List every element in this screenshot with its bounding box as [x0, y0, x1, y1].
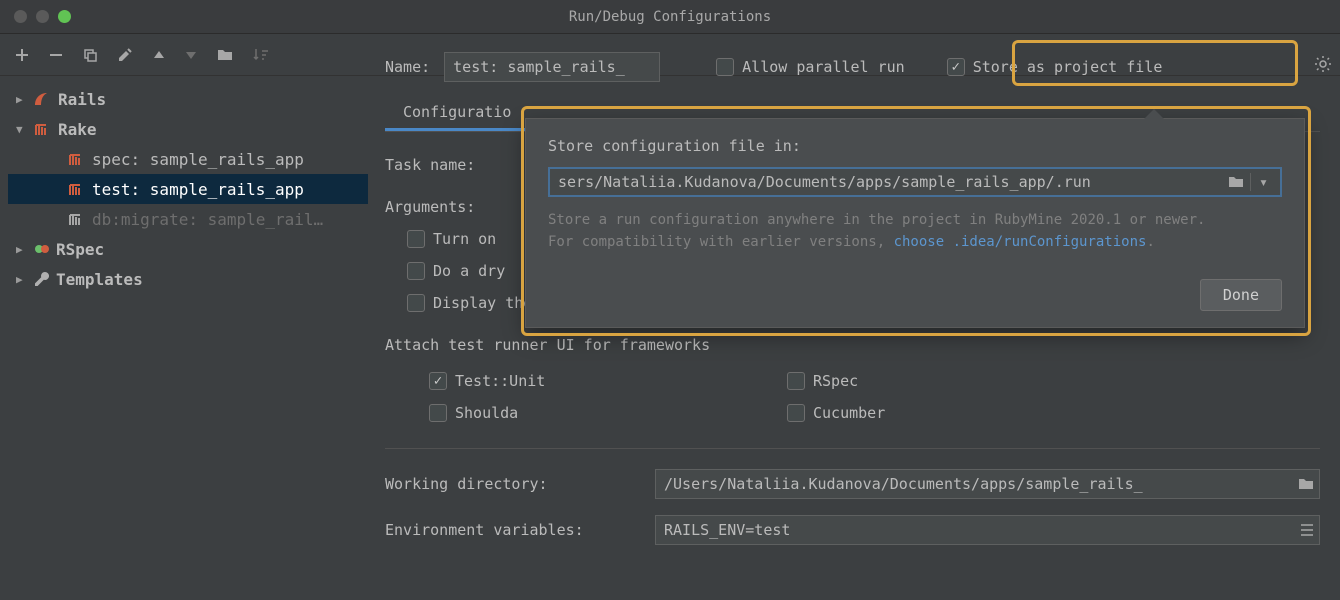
titlebar: Run/Debug Configurations: [0, 0, 1340, 34]
allow-parallel-label: Allow parallel run: [742, 58, 905, 76]
attach-frameworks-label: Attach test runner UI for frameworks: [385, 336, 1320, 354]
dry-run-label: Do a dry: [433, 262, 505, 280]
copy-icon[interactable]: [74, 42, 106, 68]
rake-icon: [34, 122, 52, 136]
wrench-icon: [34, 271, 50, 287]
move-down-icon[interactable]: [176, 44, 206, 66]
wd-label: Working directory:: [385, 475, 655, 493]
store-file-label: Store as project file: [973, 58, 1163, 76]
store-location-popup: Store configuration file in: ▾ Store a r…: [525, 118, 1305, 328]
popup-hint-line1: Store a run configuration anywhere in th…: [548, 212, 1205, 228]
remove-icon[interactable]: [40, 42, 72, 68]
fw-label: Cucumber: [813, 404, 885, 422]
popup-hint-line2b: .: [1146, 234, 1154, 250]
fw-label: RSpec: [813, 372, 858, 390]
tree-label: test: sample_rails_app: [92, 180, 304, 199]
checkbox-icon: [429, 404, 447, 422]
frameworks-grid: Test::Unit RSpec Shoulda Cucumber: [385, 372, 1145, 422]
folder-icon[interactable]: [1298, 477, 1314, 491]
popup-path-input[interactable]: [558, 173, 1222, 191]
list-icon[interactable]: [1300, 523, 1314, 537]
env-label: Environment variables:: [385, 521, 655, 539]
popup-hint-link[interactable]: choose .idea/runConfigurations: [894, 234, 1147, 250]
tab-configuration[interactable]: Configuratio: [385, 95, 529, 131]
framework-testunit[interactable]: Test::Unit: [429, 372, 787, 390]
checkbox-icon: [716, 58, 734, 76]
framework-cucumber[interactable]: Cucumber: [787, 404, 1145, 422]
tree-item-spec[interactable]: spec: sample_rails_app: [8, 144, 368, 174]
working-directory-input[interactable]: [655, 469, 1320, 499]
tree-label: Rake: [58, 120, 97, 139]
rake-icon: [68, 182, 86, 196]
add-icon[interactable]: [6, 42, 38, 68]
rspec-icon: [34, 241, 50, 257]
chevron-right-icon: ▶: [16, 93, 28, 106]
gear-icon[interactable]: [1314, 55, 1332, 73]
store-as-project-file-checkbox[interactable]: Store as project file: [947, 58, 1163, 76]
window-title: Run/Debug Configurations: [569, 9, 771, 25]
allow-parallel-checkbox[interactable]: Allow parallel run: [716, 58, 905, 76]
minimize-window-icon[interactable]: [36, 10, 49, 23]
done-button[interactable]: Done: [1200, 279, 1282, 311]
tree-label: spec: sample_rails_app: [92, 150, 304, 169]
chevron-right-icon: ▶: [16, 243, 28, 256]
popup-title: Store configuration file in:: [548, 137, 1282, 155]
tree-label: Rails: [58, 90, 106, 109]
rails-icon: [34, 92, 52, 106]
fw-label: Shoulda: [455, 404, 518, 422]
env-vars-row: Environment variables:: [385, 515, 1320, 545]
fw-label: Test::Unit: [455, 372, 545, 390]
rake-icon: [68, 212, 86, 226]
tree-label: RSpec: [56, 240, 104, 259]
window-controls: [0, 10, 71, 23]
popup-hint-line2a: For compatibility with earlier versions,: [548, 234, 894, 250]
tree-label: Templates: [56, 270, 143, 289]
tree-node-rspec[interactable]: ▶ RSpec: [8, 234, 368, 264]
rake-icon: [68, 152, 86, 166]
checkbox-icon: [787, 372, 805, 390]
close-window-icon[interactable]: [14, 10, 27, 23]
turn-on-label: Turn on: [433, 230, 496, 248]
move-up-icon[interactable]: [144, 44, 174, 66]
maximize-window-icon[interactable]: [58, 10, 71, 23]
chevron-down-icon[interactable]: ▾: [1250, 173, 1276, 191]
folder-icon[interactable]: [208, 42, 242, 68]
framework-rspec[interactable]: RSpec: [787, 372, 1145, 390]
checkbox-icon: [407, 294, 425, 312]
name-row: Name: Allow parallel run Store as projec…: [385, 50, 1330, 84]
checkbox-icon: [429, 372, 447, 390]
tree-node-rails[interactable]: ▶ Rails: [8, 84, 368, 114]
settings-icon[interactable]: [108, 41, 142, 69]
tree-node-templates[interactable]: ▶ Templates: [8, 264, 368, 294]
checkbox-icon: [787, 404, 805, 422]
chevron-right-icon: ▶: [16, 273, 28, 286]
chevron-down-icon: ▼: [16, 123, 28, 136]
tree-item-test[interactable]: test: sample_rails_app: [8, 174, 368, 204]
popup-hint: Store a run configuration anywhere in th…: [548, 209, 1282, 254]
config-name-input[interactable]: [444, 52, 660, 82]
checkbox-icon: [407, 262, 425, 280]
divider: [385, 448, 1320, 449]
working-directory-row: Working directory:: [385, 469, 1320, 499]
config-tree: ▶ Rails ▼ Rake spec: sample_rails_app te…: [8, 84, 368, 600]
tree-label: db:migrate: sample_rail…: [92, 210, 323, 229]
tree-node-rake[interactable]: ▼ Rake: [8, 114, 368, 144]
folder-icon[interactable]: [1228, 175, 1244, 189]
checkbox-icon: [947, 58, 965, 76]
sort-icon[interactable]: [244, 42, 278, 68]
tree-item-dbmigrate[interactable]: db:migrate: sample_rail…: [8, 204, 368, 234]
env-vars-input[interactable]: [655, 515, 1320, 545]
framework-shoulda[interactable]: Shoulda: [429, 404, 787, 422]
name-label: Name:: [385, 58, 430, 76]
popup-path-field[interactable]: ▾: [548, 167, 1282, 197]
checkbox-icon: [407, 230, 425, 248]
